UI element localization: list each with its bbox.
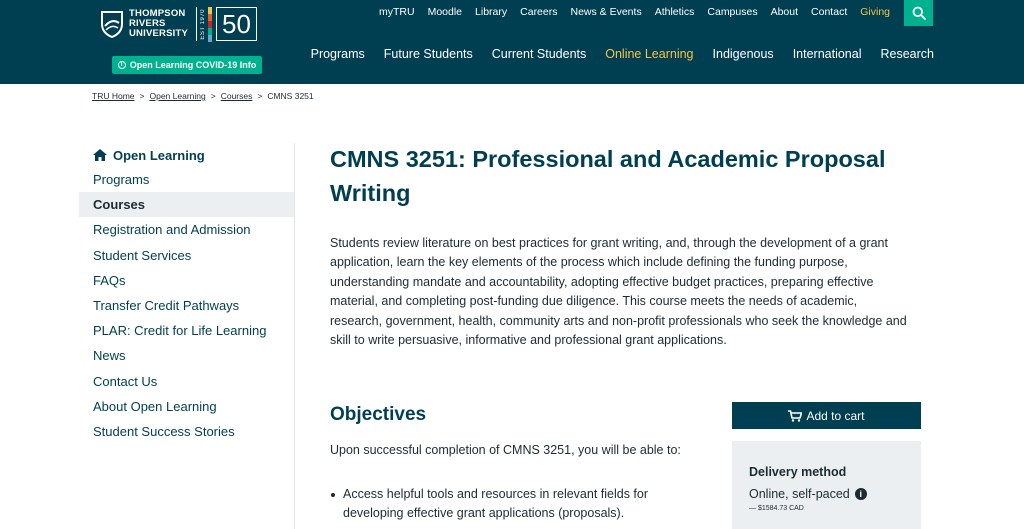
sidebar-item-faqs[interactable]: FAQs: [79, 268, 294, 293]
delivery-option[interactable]: Online, self-paced i: [749, 487, 921, 501]
breadcrumb-tru-home[interactable]: TRU Home: [92, 91, 135, 101]
util-nav-mytru[interactable]: myTRU: [379, 6, 415, 18]
util-nav-athletics[interactable]: Athletics: [655, 6, 695, 18]
search-icon: [912, 6, 926, 20]
breadcrumb-open-learning[interactable]: Open Learning: [149, 91, 205, 101]
nav-future-students[interactable]: Future Students: [384, 47, 473, 61]
nav-programs[interactable]: Programs: [311, 47, 365, 61]
objectives-intro: Upon successful completion of CMNS 3251,…: [330, 443, 681, 457]
nav-research[interactable]: Research: [881, 47, 935, 61]
util-nav-contact[interactable]: Contact: [811, 6, 847, 18]
sidebar-item-plar[interactable]: PLAR: Credit for Life Learning: [79, 318, 294, 343]
util-nav-about[interactable]: About: [771, 6, 798, 18]
sidebar-item-news[interactable]: News: [79, 343, 294, 368]
add-to-cart-label: Add to cart: [806, 408, 865, 423]
logo-est: EST 1970: [200, 8, 207, 40]
course-price: — $1584.73 CAD: [749, 505, 804, 512]
course-description: Students review literature on best pract…: [330, 236, 907, 348]
sidebar-item-courses[interactable]: Courses: [79, 192, 294, 218]
logo-wordmark: THOMPSON RIVERS UNIVERSITY: [129, 8, 189, 39]
home-icon: [93, 149, 107, 161]
logo-divider: [196, 7, 198, 41]
objectives-list: Access helpful tools and resources in re…: [330, 485, 700, 524]
covid-info-button[interactable]: i Open Learning COVID-19 Info: [112, 56, 262, 74]
covid-info-label: Open Learning COVID-19 Info: [129, 60, 257, 70]
site-header: THOMPSON RIVERS UNIVERSITY EST 1970 50 i…: [0, 0, 1024, 84]
util-nav-careers[interactable]: Careers: [520, 6, 557, 18]
page-title: CMNS 3251: Professional and Academic Pro…: [330, 146, 886, 206]
breadcrumb-current: CMNS 3251: [267, 91, 314, 101]
sidebar-item-student-services[interactable]: Student Services: [79, 243, 294, 268]
sidebar-heading[interactable]: Open Learning: [79, 143, 294, 167]
info-icon[interactable]: i: [854, 488, 867, 500]
sidebar-heading-label: Open Learning: [113, 147, 205, 163]
util-nav-moodle[interactable]: Moodle: [428, 6, 462, 18]
sidebar-item-programs[interactable]: Programs: [79, 167, 294, 192]
logo-color-bars: [208, 6, 213, 42]
sidebar-item-transfer-credit[interactable]: Transfer Credit Pathways: [79, 293, 294, 318]
nav-international[interactable]: International: [793, 47, 862, 61]
list-item: Access helpful tools and resources in re…: [330, 485, 700, 524]
sidebar-item-registration[interactable]: Registration and Admission: [79, 217, 294, 242]
cart-icon: [788, 409, 803, 422]
sidebar-item-about[interactable]: About Open Learning: [79, 394, 294, 419]
nav-current-students[interactable]: Current Students: [492, 47, 587, 61]
sidebar-item-success-stories[interactable]: Student Success Stories: [79, 419, 294, 444]
nav-indigenous[interactable]: Indigenous: [713, 47, 774, 61]
util-nav-giving[interactable]: Giving: [860, 6, 890, 18]
util-nav-news-events[interactable]: News & Events: [571, 6, 642, 18]
delivery-label: Delivery method: [749, 465, 847, 479]
logo-anniversary: 50: [216, 7, 257, 41]
info-icon: i: [117, 61, 126, 69]
delivery-panel: Delivery method Online, self-paced i — $…: [732, 441, 921, 529]
sidebar-item-contact[interactable]: Contact Us: [79, 369, 294, 394]
objectives-heading: Objectives: [330, 404, 427, 425]
utility-nav: myTRU Moodle Library Careers News & Even…: [366, 6, 890, 18]
add-to-cart-button[interactable]: Add to cart: [732, 402, 921, 429]
main-nav: Programs Future Students Current Student…: [292, 47, 934, 61]
breadcrumb: TRU Home > Open Learning > Courses > CMNS 3251: [92, 91, 314, 101]
util-nav-campuses[interactable]: Campuses: [707, 6, 757, 18]
util-nav-library[interactable]: Library: [475, 6, 507, 18]
search-button[interactable]: [904, 0, 933, 26]
nav-online-learning[interactable]: Online Learning: [605, 47, 693, 61]
sidebar-nav: Open Learning Programs Courses Registrat…: [79, 143, 295, 529]
tru-logo[interactable]: THOMPSON RIVERS UNIVERSITY EST 1970 50: [100, 6, 257, 42]
shield-icon: [101, 11, 123, 38]
breadcrumb-courses[interactable]: Courses: [221, 91, 253, 101]
delivery-value: Online, self-paced: [749, 487, 850, 501]
